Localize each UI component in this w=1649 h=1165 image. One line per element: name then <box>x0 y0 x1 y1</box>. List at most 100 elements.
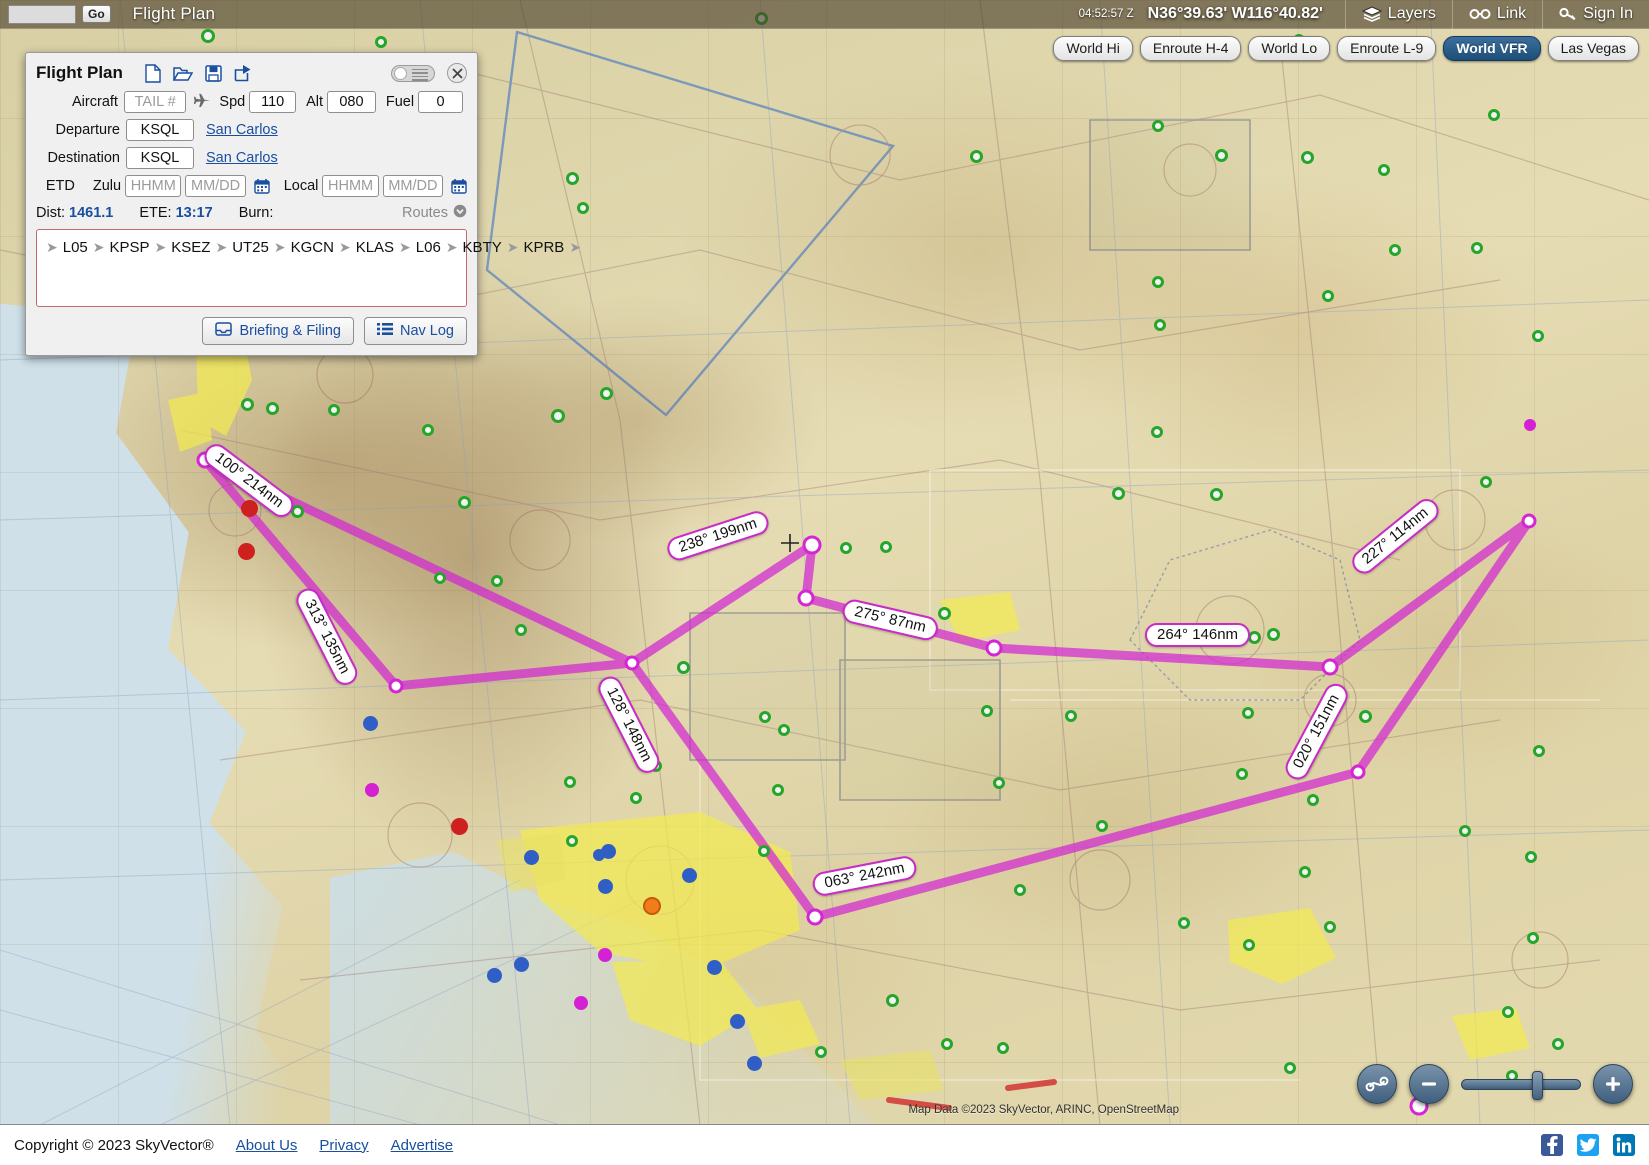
privacy-link[interactable]: Privacy <box>319 1137 368 1154</box>
airport-symbol[interactable] <box>886 994 899 1007</box>
airport-symbol[interactable] <box>375 36 387 48</box>
route-waypoint[interactable]: UT25 <box>229 239 272 256</box>
link-button[interactable]: Link <box>1452 0 1542 29</box>
airport-symbol[interactable] <box>1480 476 1492 488</box>
airport-symbol[interactable] <box>993 777 1005 789</box>
airport-symbol[interactable] <box>598 948 612 962</box>
briefing-filing-button[interactable]: Briefing & Filing <box>202 317 354 345</box>
airport-symbol[interactable] <box>677 661 690 674</box>
airport-symbol[interactable] <box>1096 820 1108 832</box>
open-plan-icon[interactable] <box>173 65 193 82</box>
airport-symbol[interactable] <box>566 172 579 185</box>
airport-symbol[interactable] <box>1236 768 1248 780</box>
altitude-input[interactable]: 080 <box>327 91 376 113</box>
etd-zulu-date-input[interactable]: MM/DD <box>185 175 245 197</box>
airport-symbol[interactable] <box>577 202 589 214</box>
airport-symbol[interactable] <box>487 968 502 983</box>
airport-symbol[interactable] <box>515 624 527 636</box>
linkedin-icon[interactable] <box>1613 1134 1635 1156</box>
search-input[interactable] <box>8 5 76 24</box>
airport-symbol[interactable] <box>630 792 642 804</box>
zulu-calendar-icon[interactable] <box>254 178 270 194</box>
routes-dropdown-button[interactable]: Routes <box>402 204 467 222</box>
layer-pill-las-vegas[interactable]: Las Vegas <box>1548 36 1639 61</box>
twitter-icon[interactable] <box>1577 1134 1599 1156</box>
airport-symbol[interactable] <box>1378 164 1390 176</box>
plan-view-toggle[interactable] <box>391 65 435 82</box>
airport-symbol[interactable] <box>598 879 613 894</box>
route-waypoint[interactable]: KSEZ <box>168 239 213 256</box>
departure-input[interactable]: KSQL <box>126 119 194 141</box>
airport-symbol[interactable] <box>981 705 993 717</box>
airport-symbol[interactable] <box>643 897 661 915</box>
about-us-link[interactable]: About Us <box>236 1137 298 1154</box>
new-plan-icon[interactable] <box>145 64 161 83</box>
airport-symbol[interactable] <box>241 500 258 517</box>
airport-symbol[interactable] <box>600 387 613 400</box>
etd-zulu-time-input[interactable]: HHMM <box>125 175 181 197</box>
airport-symbol[interactable] <box>1243 939 1255 951</box>
airport-symbol[interactable] <box>238 543 255 560</box>
airport-symbol[interactable] <box>434 572 446 584</box>
layers-button[interactable]: Layers <box>1345 0 1452 29</box>
airport-symbol[interactable] <box>458 496 471 509</box>
airport-symbol[interactable] <box>363 716 378 731</box>
zoom-slider[interactable] <box>1461 1079 1581 1090</box>
sign-in-button[interactable]: Sign In <box>1542 0 1649 29</box>
airport-symbol[interactable] <box>1527 932 1539 944</box>
facebook-icon[interactable] <box>1541 1134 1563 1156</box>
route-waypoint[interactable]: KPRB <box>520 239 567 256</box>
airport-symbol[interactable] <box>1525 851 1537 863</box>
route-waypoint[interactable]: KLAS <box>353 239 397 256</box>
map-zoom-controls[interactable] <box>1357 1064 1633 1104</box>
airport-symbol[interactable] <box>593 849 605 861</box>
airport-symbol[interactable] <box>1524 419 1536 431</box>
airport-symbol[interactable] <box>451 818 468 835</box>
layer-pill-enroute-l-9[interactable]: Enroute L-9 <box>1337 36 1436 61</box>
airport-symbol[interactable] <box>772 784 784 796</box>
airport-symbol[interactable] <box>241 398 254 411</box>
advertise-link[interactable]: Advertise <box>391 1137 454 1154</box>
airport-symbol[interactable] <box>201 29 215 43</box>
airport-symbol[interactable] <box>1301 151 1314 164</box>
etd-local-time-input[interactable]: HHMM <box>322 175 378 197</box>
layer-pill-enroute-h-4[interactable]: Enroute H-4 <box>1140 36 1241 61</box>
airport-symbol[interactable] <box>1242 707 1254 719</box>
tail-number-input[interactable]: TAIL # <box>124 91 186 113</box>
airport-symbol[interactable] <box>1471 242 1483 254</box>
route-waypoint[interactable]: L05 <box>60 239 91 256</box>
airport-symbol[interactable] <box>422 424 434 436</box>
route-waypoint[interactable]: KPSP <box>107 239 153 256</box>
departure-airport-link[interactable]: San Carlos <box>206 122 278 138</box>
airport-symbol[interactable] <box>1488 109 1500 121</box>
zoom-out-button[interactable] <box>1409 1064 1449 1104</box>
airport-symbol[interactable] <box>1215 149 1228 162</box>
airport-symbol[interactable] <box>840 542 852 554</box>
airport-symbol[interactable] <box>1154 319 1166 331</box>
fuel-input[interactable]: 0 <box>418 91 463 113</box>
airport-symbol[interactable] <box>970 150 983 163</box>
airport-symbol[interactable] <box>758 845 770 857</box>
airport-symbol[interactable] <box>707 960 722 975</box>
layer-pill-world-lo[interactable]: World Lo <box>1248 36 1330 61</box>
airport-symbol[interactable] <box>1502 1006 1514 1018</box>
airport-symbol[interactable] <box>1112 487 1125 500</box>
zoom-in-button[interactable] <box>1593 1064 1633 1104</box>
airport-symbol[interactable] <box>566 835 578 847</box>
airport-symbol[interactable] <box>997 1042 1009 1054</box>
airport-symbol[interactable] <box>564 776 576 788</box>
airport-symbol[interactable] <box>1533 745 1545 757</box>
airport-symbol[interactable] <box>365 783 379 797</box>
etd-local-date-input[interactable]: MM/DD <box>383 175 443 197</box>
airport-symbol[interactable] <box>730 1014 745 1029</box>
airport-symbol[interactable] <box>1152 120 1164 132</box>
aircraft-picker-icon[interactable] <box>193 93 211 112</box>
airport-symbol[interactable] <box>491 575 503 587</box>
airport-symbol[interactable] <box>266 402 279 415</box>
airport-symbol[interactable] <box>1210 488 1223 501</box>
destination-airport-link[interactable]: San Carlos <box>206 150 278 166</box>
airport-symbol[interactable] <box>1532 330 1544 342</box>
layer-pill-world-vfr[interactable]: World VFR <box>1443 36 1540 61</box>
airport-symbol[interactable] <box>682 868 697 883</box>
route-waypoints-field[interactable]: ➤L05➤KPSP➤KSEZ➤UT25➤KGCN➤KLAS➤L06➤KBTY➤K… <box>36 229 467 307</box>
